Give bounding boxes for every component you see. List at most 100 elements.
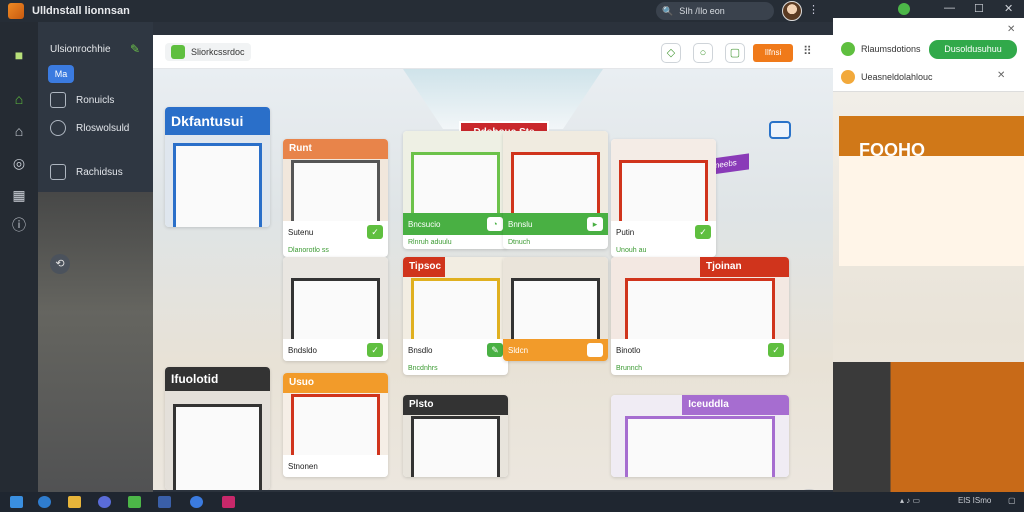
store-preview-image: FOOHO	[833, 92, 1024, 492]
navigation-button[interactable]: ⊕	[795, 489, 823, 490]
open-card-button[interactable]: ✓	[367, 225, 383, 239]
store-card[interactable]: Sldcn	[503, 257, 608, 361]
store-card[interactable]: Ifuolotid	[165, 367, 270, 490]
avatar[interactable]	[782, 1, 802, 21]
tray-clock: ElS ISmo	[958, 496, 992, 505]
copy-icon[interactable]: ▢	[725, 43, 745, 63]
close-panel-icon[interactable]: ✕	[1007, 24, 1015, 35]
panel-row-label: Ueasneldolahlouc	[861, 72, 933, 82]
open-card-button[interactable]: ✎	[487, 343, 503, 357]
card-meta: Brunnch	[616, 364, 643, 372]
open-card-button[interactable]: ✓	[367, 343, 383, 357]
store-card[interactable]: Iceuddla	[611, 395, 789, 477]
sidebar-item-1[interactable]: Ronuicls	[50, 92, 114, 108]
sidebar-item-2[interactable]: Rloswolsuld	[50, 120, 129, 136]
card-meta: Dtnuch	[508, 238, 531, 246]
folder-icon[interactable]	[68, 496, 81, 508]
card-meta: Unouh au	[616, 246, 647, 254]
main-window: Sliorkcssrdoc ◇ ○ ▢ Ilfnsi ⠿ Ddsbouc Sts…	[153, 35, 833, 490]
house-icon[interactable]: ⌂	[10, 122, 28, 140]
panel-row-label: Rlaumsdotions	[861, 44, 921, 54]
open-card-button[interactable]: ✓	[768, 343, 784, 357]
storefront	[173, 403, 262, 490]
card-title: Bnnslu	[508, 219, 533, 229]
storefront	[625, 416, 775, 477]
store-card[interactable]: Usuo Stnonen	[283, 373, 388, 477]
panel-row-2[interactable]: Ueasneldolahlouc	[841, 70, 933, 84]
open-card-button[interactable]: ◔	[487, 217, 503, 231]
store-card[interactable]: Bndsldo ✓	[283, 257, 388, 361]
link-icon[interactable]: ⟲	[50, 254, 70, 274]
minimize-icon[interactable]: —	[944, 2, 955, 14]
store-card[interactable]: Bnnslu ▸ Dtnuch	[503, 131, 608, 249]
store-sign: Usuo	[283, 373, 388, 393]
tray-icons[interactable]: ▴ ♪ ▭	[900, 496, 920, 505]
open-card-button[interactable]: ▸	[587, 217, 603, 231]
breadcrumb-icon	[171, 45, 185, 59]
store-card[interactable]: Bncsucio ◔ Rlnruh aduulu	[403, 131, 508, 249]
panel-row-1[interactable]: Rlaumsdotions	[841, 42, 921, 56]
search-taskbar-icon[interactable]	[38, 496, 51, 508]
breadcrumb-label: Sliorkcssrdoc	[191, 47, 245, 57]
store-card[interactable]: Plsto	[403, 395, 508, 477]
storefront	[411, 416, 500, 477]
wrench-icon[interactable]: ✎	[130, 42, 140, 56]
store-card[interactable]: Tjoinan Binotlo ✓ Brunnch	[611, 257, 789, 375]
sidebar-item-3[interactable]: Rachidsus	[50, 164, 123, 180]
card-title: Sutenu	[288, 227, 314, 237]
storefront	[411, 278, 500, 339]
storefront	[411, 152, 500, 213]
close-icon[interactable]: ✕	[1004, 2, 1013, 15]
store-sign: Tipsoc	[403, 257, 445, 277]
more-options-icon[interactable]: ⋮	[808, 3, 819, 16]
right-panel: ✕ Rlaumsdotions Dusoldusuhuu Ueasneldola…	[833, 18, 1024, 492]
app-taskbar-icon[interactable]	[222, 496, 235, 508]
panel-action-button[interactable]: Dusoldusuhuu	[929, 40, 1017, 59]
info-icon[interactable]: ⓘ	[10, 216, 28, 234]
card-title: Stnonen	[288, 461, 318, 471]
compass-icon[interactable]: ◎	[10, 154, 28, 172]
storefront	[511, 152, 600, 213]
card-meta: Rlnruh aduulu	[408, 238, 452, 246]
store-card[interactable]: Putin ✓ Unouh au	[611, 139, 716, 257]
notifications-icon[interactable]: ▢	[1008, 496, 1016, 505]
search-text: SIh /Ilo eon	[679, 6, 725, 16]
store-card[interactable]: Dkfantusui	[165, 107, 270, 227]
storefront	[173, 143, 262, 227]
card-title: Binotlo	[616, 345, 641, 355]
store-card[interactable]: Tipsoc Bnsdlo ✎ Bncdnhrs	[403, 257, 508, 375]
mail-icon[interactable]	[158, 496, 171, 508]
grid-menu-icon[interactable]: ⠿	[803, 44, 812, 58]
status-indicator-icon	[898, 3, 910, 15]
primary-button[interactable]: Ilfnsi	[753, 44, 793, 62]
sidebar-background-image	[38, 192, 153, 492]
start-icon[interactable]	[10, 496, 23, 508]
warning-icon	[841, 70, 855, 84]
browser-icon[interactable]	[98, 496, 111, 508]
open-card-button[interactable]	[587, 343, 603, 357]
open-card-button[interactable]: ✓	[695, 225, 711, 239]
storefront	[291, 160, 380, 221]
store-app-icon[interactable]	[128, 496, 141, 508]
sidebar-item-label: Rloswolsuld	[76, 122, 130, 134]
store-card[interactable]: Runt Sutenu ✓ Dlanorotlo ss	[283, 139, 388, 257]
chat-icon[interactable]: ○	[693, 43, 713, 63]
dismiss-icon[interactable]: ✕	[997, 70, 1005, 81]
store-sign: Tjoinan	[700, 257, 789, 277]
maximize-icon[interactable]: ☐	[974, 2, 984, 15]
info-kiosk-icon	[769, 121, 791, 139]
storefront	[291, 278, 380, 339]
edge-icon[interactable]	[190, 496, 203, 508]
storefront	[619, 160, 708, 221]
skylight	[403, 69, 603, 129]
map-icon[interactable]: ▦	[10, 186, 28, 204]
store-sign: Dkfantusui	[165, 107, 270, 135]
storefront	[511, 278, 600, 339]
cube-icon[interactable]: ■	[10, 46, 28, 64]
home-icon[interactable]: ⌂	[10, 90, 28, 108]
share-icon[interactable]: ◇	[661, 43, 681, 63]
search-bar[interactable]: 🔍 SIh /Ilo eon	[656, 2, 774, 20]
sidebar-chip[interactable]: Ma	[48, 65, 74, 83]
breadcrumb[interactable]: Sliorkcssrdoc	[165, 43, 251, 61]
store-sign: Runt	[283, 139, 388, 159]
